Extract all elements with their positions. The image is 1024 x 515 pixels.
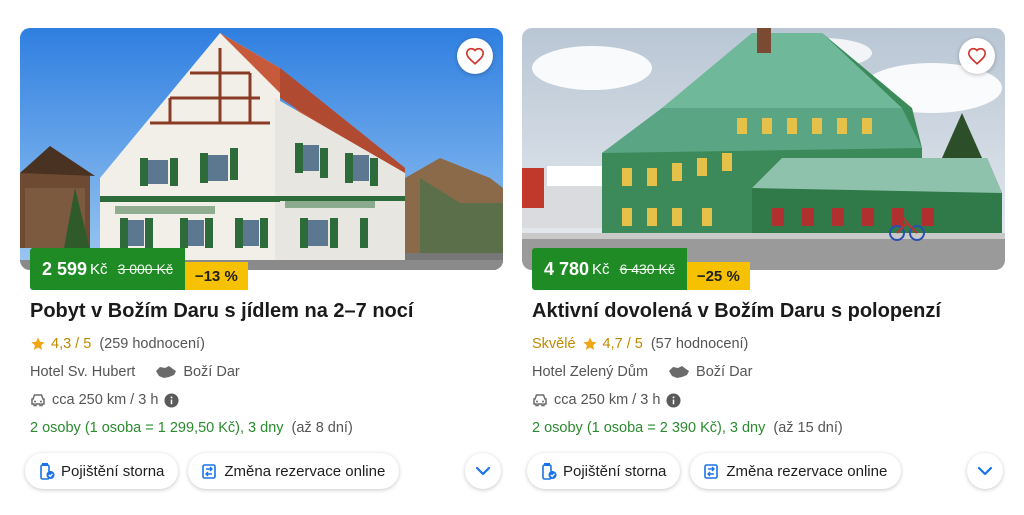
hotel-name: Hotel Zelený Dům xyxy=(532,364,649,380)
star-icon xyxy=(30,336,46,352)
heart-icon xyxy=(465,47,485,65)
price-currency: Kč xyxy=(90,260,108,278)
price-currency: Kč xyxy=(592,260,610,278)
distance-text: cca 250 km / 3 h xyxy=(554,392,661,408)
hotel-name: Hotel Sv. Hubert xyxy=(30,364,136,380)
price-original: 6 430 Kč xyxy=(619,261,675,277)
price-current-block: 2 599 Kč 3 000 Kč xyxy=(30,248,185,290)
expand-button[interactable] xyxy=(967,453,1003,489)
star-icon xyxy=(582,336,598,352)
region-name: Boží Dar xyxy=(696,364,753,380)
feature-chips: Pojištění storna Změna rezervace online xyxy=(527,453,902,489)
hotel-row: Hotel Sv. Hubert Boží Dar xyxy=(30,364,240,380)
offer-card[interactable]: 4 780 Kč 6 430 Kč −25 % Aktivní dovolená… xyxy=(522,28,1005,489)
persons-extra: (až 8 dní) xyxy=(291,420,353,436)
rating-score: 4,3 / 5 xyxy=(51,336,92,352)
price-current-block: 4 780 Kč 6 430 Kč xyxy=(532,248,687,290)
price-original: 3 000 Kč xyxy=(117,261,173,277)
favorite-button[interactable] xyxy=(959,38,995,74)
offer-title[interactable]: Pobyt v Božím Daru s jídlem na 2–7 nocí xyxy=(30,300,413,323)
chip-label: Pojištění storna xyxy=(61,462,165,480)
price-badge: 4 780 Kč 6 430 Kč −25 % xyxy=(532,248,750,290)
chip-label: Pojištění storna xyxy=(563,462,667,480)
hotel-row: Hotel Zelený Dům Boží Dar xyxy=(532,364,752,380)
offer-card[interactable]: 2 599 Kč 3 000 Kč −13 % Pobyt v Božím Da… xyxy=(20,28,503,489)
chevron-down-icon xyxy=(475,466,491,476)
price-current: 4 780 xyxy=(544,258,590,279)
car-icon xyxy=(532,393,548,407)
offer-title[interactable]: Aktivní dovolená v Božím Daru s polopenz… xyxy=(532,300,941,323)
czech-map-icon xyxy=(155,365,177,379)
rating-score: 4,7 / 5 xyxy=(602,336,643,352)
price-badge: 2 599 Kč 3 000 Kč −13 % xyxy=(30,248,248,290)
rating-count: (57 hodnocení) xyxy=(650,336,749,352)
chip-online-rebooking[interactable]: Změna rezervace online xyxy=(188,453,400,489)
expand-button[interactable] xyxy=(465,453,501,489)
chip-label: Změna rezervace online xyxy=(726,462,888,480)
hotel-zeleny-dum-image xyxy=(522,28,1005,270)
distance-text: cca 250 km / 3 h xyxy=(52,392,159,408)
discount-badge: −13 % xyxy=(184,262,248,290)
discount-badge: −25 % xyxy=(686,262,750,290)
hotel-sv-hubert-image xyxy=(20,28,503,270)
rating-word: Skvělé xyxy=(532,336,576,352)
info-icon[interactable] xyxy=(164,392,179,408)
hotel-photo[interactable] xyxy=(20,28,503,270)
region-name: Boží Dar xyxy=(183,364,240,380)
hotel-photo[interactable] xyxy=(522,28,1005,270)
persons-text: 2 osoby (1 osoba = 1 299,50 Kč), 3 dny xyxy=(30,420,284,436)
chip-cancellation-insurance[interactable]: Pojištění storna xyxy=(527,453,681,489)
chip-cancellation-insurance[interactable]: Pojištění storna xyxy=(25,453,179,489)
persons-row: 2 osoby (1 osoba = 1 299,50 Kč), 3 dny (… xyxy=(30,420,353,436)
info-icon[interactable] xyxy=(666,392,681,408)
rating-row: Skvělé 4,7 / 5 (57 hodnocení) xyxy=(532,336,748,352)
car-icon xyxy=(30,393,46,407)
insurance-icon xyxy=(39,462,55,480)
price-current: 2 599 xyxy=(42,258,88,279)
persons-extra: (až 15 dní) xyxy=(773,420,843,436)
rebooking-icon xyxy=(704,462,720,480)
chip-online-rebooking[interactable]: Změna rezervace online xyxy=(690,453,902,489)
distance-row: cca 250 km / 3 h xyxy=(532,392,681,408)
rating-count: (259 hodnocení) xyxy=(99,336,205,352)
rebooking-icon xyxy=(202,462,218,480)
persons-text: 2 osoby (1 osoba = 2 390 Kč), 3 dny xyxy=(532,420,766,436)
czech-map-icon xyxy=(668,365,690,379)
feature-chips: Pojištění storna Změna rezervace online xyxy=(25,453,400,489)
heart-icon xyxy=(967,47,987,65)
favorite-button[interactable] xyxy=(457,38,493,74)
insurance-icon xyxy=(541,462,557,480)
rating-row: 4,3 / 5 (259 hodnocení) xyxy=(30,336,205,352)
chip-label: Změna rezervace online xyxy=(224,462,386,480)
persons-row: 2 osoby (1 osoba = 2 390 Kč), 3 dny (až … xyxy=(532,420,843,436)
chevron-down-icon xyxy=(977,466,993,476)
distance-row: cca 250 km / 3 h xyxy=(30,392,179,408)
